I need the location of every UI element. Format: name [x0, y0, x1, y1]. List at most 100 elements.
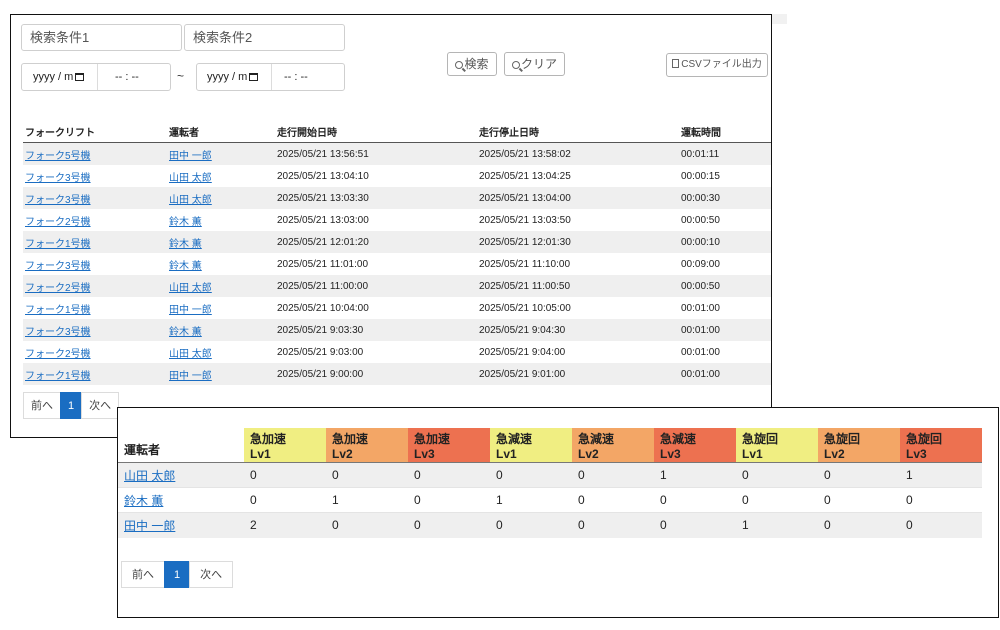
forklift-link[interactable]: フォーク3号機 — [25, 173, 91, 184]
driver-cell: 山田 太郎 — [167, 165, 275, 187]
event-count-cell: 0 — [736, 462, 818, 488]
driver-cell: 鈴木 薫 — [167, 209, 275, 231]
stop-time-cell: 2025/05/21 9:01:00 — [477, 363, 679, 385]
column-header-start-time: 走行開始日時 — [275, 121, 477, 143]
driver-link[interactable]: 田中 一郎 — [169, 151, 212, 162]
column-header-event: 急減速 Lv2 — [572, 428, 654, 463]
driver-link[interactable]: 鈴木 薫 — [169, 261, 202, 272]
event-count-cell: 0 — [244, 487, 326, 513]
forklift-link[interactable]: フォーク1号機 — [25, 305, 91, 316]
driver-cell: 田中 一郎 — [167, 142, 275, 165]
event-count-cell: 0 — [326, 462, 408, 488]
end-date-input[interactable]: yyyy / m -- : -- — [196, 63, 345, 91]
forklift-link[interactable]: フォーク2号機 — [25, 217, 91, 228]
forklift-link[interactable]: フォーク5号機 — [25, 151, 91, 162]
forklift-cell: フォーク2号機 — [23, 341, 167, 363]
search-icon — [511, 61, 520, 69]
page-1-button[interactable]: 1 — [164, 561, 191, 588]
event-count-cell: 0 — [490, 462, 572, 488]
driver-link[interactable]: 山田 太郎 — [169, 349, 212, 360]
driver-cell: 山田 太郎 — [167, 341, 275, 363]
csv-export-button[interactable]: CSVファイル出力 — [666, 53, 768, 77]
search-button-label: 検索 — [464, 57, 489, 71]
event-count-cell: 0 — [572, 462, 654, 488]
search-condition-1-input[interactable]: 検索条件1 — [21, 24, 182, 51]
event-count-cell: 0 — [654, 512, 736, 538]
event-type-label: 急旋回 — [906, 432, 943, 446]
forklift-link[interactable]: フォーク2号機 — [25, 283, 91, 294]
stop-time-cell: 2025/05/21 10:05:00 — [479, 302, 571, 314]
driver-link[interactable]: 山田 太郎 — [124, 469, 175, 483]
event-level-label: Lv3 — [906, 447, 927, 461]
column-header-duration: 運転時間 — [679, 121, 771, 143]
driver-link[interactable]: 鈴木 薫 — [169, 327, 202, 338]
start-date-input[interactable]: yyyy / m -- : -- — [21, 63, 171, 91]
table-row: フォーク2号機 鈴木 薫 2025/05/21 13:03:00 2025/05/21… — [23, 209, 771, 231]
prev-page-button[interactable]: 前へ — [23, 392, 61, 419]
event-type-label: 急加速 — [332, 432, 369, 446]
driver-link[interactable]: 鈴木 薫 — [169, 239, 202, 250]
start-time-cell: 2025/05/21 9:03:30 — [275, 319, 477, 341]
driver-link[interactable]: 山田 太郎 — [169, 283, 212, 294]
event-count-cell: 0 — [408, 512, 490, 538]
start-time-cell: 2025/05/21 13:03:00 — [277, 214, 369, 226]
driver-link[interactable]: 山田 太郎 — [169, 173, 212, 184]
start-time-text[interactable]: -- : -- — [115, 64, 139, 90]
stop-time-cell: 2025/05/21 12:01:30 — [477, 231, 679, 253]
driver-link[interactable]: 鈴木 薫 — [124, 494, 163, 508]
driver-link[interactable]: 田中 一郎 — [169, 371, 212, 382]
clear-button[interactable]: クリア — [504, 52, 565, 76]
table-row: フォーク1号機 田中 一郎 2025/05/21 9:00:00 2025/05/21… — [23, 363, 771, 385]
column-header-driver: 運転者 — [124, 443, 161, 457]
event-level-label: Lv2 — [332, 447, 353, 461]
driver-link[interactable]: 田中 一郎 — [169, 305, 212, 316]
event-type-label: 急旋回 — [742, 432, 779, 446]
stop-time-cell: 2025/05/21 13:04:00 — [477, 187, 679, 209]
event-count-cell: 0 — [736, 487, 818, 513]
duration-cell: 00:00:50 — [679, 275, 771, 297]
event-count-cell: 0 — [818, 462, 900, 488]
forklift-cell: フォーク2号機 — [23, 275, 167, 297]
event-level-label: Lv1 — [250, 447, 271, 461]
top-strip — [772, 14, 787, 24]
table-row: フォーク3号機 鈴木 薫 2025/05/21 9:03:30 2025/05/21 … — [23, 319, 771, 341]
driving-log-table: フォークリフト 運転者 走行開始日時 走行停止日時 運転時間 フォーク5号機 田中… — [23, 121, 771, 385]
event-count-cell: 0 — [408, 462, 490, 488]
forklift-cell: フォーク1号機 — [23, 231, 167, 253]
column-header-event: 急加速 Lv3 — [408, 428, 490, 463]
forklift-link[interactable]: フォーク3号機 — [25, 261, 91, 272]
forklift-link[interactable]: フォーク1号機 — [25, 239, 91, 250]
driver-cell: 鈴木 薫 — [118, 487, 244, 513]
search-condition-2-input[interactable]: 検索条件2 — [184, 24, 345, 51]
start-time-cell: 2025/05/21 11:01:00 — [277, 258, 369, 270]
driver-link[interactable]: 田中 一郎 — [124, 519, 175, 533]
stop-time-cell: 2025/05/21 13:58:02 — [477, 142, 679, 165]
table-row: フォーク5号機 田中 一郎 2025/05/21 13:56:51 2025/05/2… — [23, 142, 771, 165]
driver-link[interactable]: 山田 太郎 — [169, 195, 212, 206]
page-1-button[interactable]: 1 — [60, 392, 83, 419]
forklift-link[interactable]: フォーク3号機 — [25, 195, 91, 206]
end-date-text: yyyy / m — [207, 71, 248, 83]
forklift-link[interactable]: フォーク2号機 — [25, 349, 91, 360]
harsh-event-table: 運転者 急加速 Lv1 急加速 Lv2 急加速 Lv3 急減速 Lv1 急減速 Lv2 急減速 Lv3… — [118, 428, 982, 538]
forklift-cell: フォーク3号機 — [23, 319, 167, 341]
table-row: 田中 一郎 2 0 0 0 0 0 1 0 0 — [118, 512, 982, 538]
next-page-button[interactable]: 次へ — [81, 392, 120, 419]
csv-button-label: CSVファイル出力 — [681, 59, 762, 70]
event-count-cell: 0 — [654, 487, 736, 513]
forklift-cell: フォーク5号機 — [23, 142, 167, 165]
next-page-button[interactable]: 次へ — [189, 561, 234, 588]
calendar-icon[interactable] — [249, 73, 259, 81]
driver-link[interactable]: 鈴木 薫 — [169, 217, 202, 228]
prev-page-button[interactable]: 前へ — [121, 561, 165, 588]
calendar-icon[interactable] — [75, 73, 85, 81]
column-header-stop-time: 走行停止日時 — [477, 121, 679, 143]
event-count-cell: 0 — [900, 512, 982, 538]
table-row: フォーク1号機 田中 一郎 2025/05/21 10:04:00 2025/05/2… — [23, 297, 771, 319]
forklift-link[interactable]: フォーク1号機 — [25, 371, 91, 382]
driver-cell: 鈴木 薫 — [167, 231, 275, 253]
forklift-link[interactable]: フォーク3号機 — [25, 327, 91, 338]
end-time-text[interactable]: -- : -- — [284, 64, 308, 90]
search-button[interactable]: 検索 — [447, 52, 497, 76]
duration-cell: 00:00:10 — [679, 231, 771, 253]
